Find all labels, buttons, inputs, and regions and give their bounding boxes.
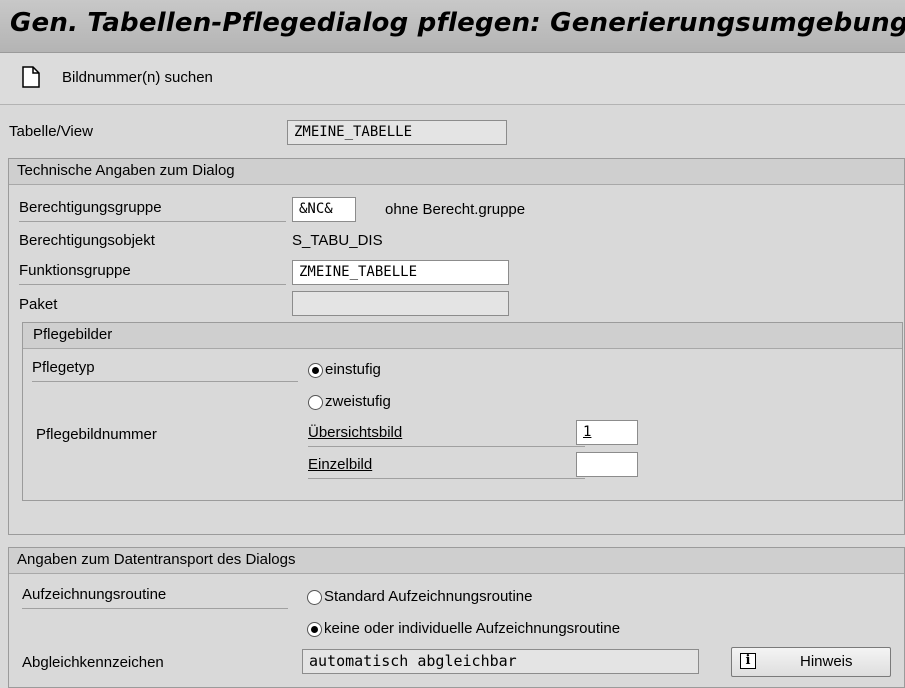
info-icon: i <box>740 653 756 669</box>
package-label: Paket <box>19 296 58 313</box>
radio-two-level-label[interactable]: zweistufig <box>325 393 391 410</box>
radio-standard-routine-label[interactable]: Standard Aufzeichnungsroutine <box>324 588 532 605</box>
title-bar: Gen. Tabellen-Pflegedialog pflegen: Gene… <box>0 0 905 53</box>
hint-button[interactable]: i Hinweis <box>731 647 891 677</box>
main-area: Tabelle/View ZMEINE_TABELLE Technische A… <box>0 105 905 688</box>
data-transport-header: Angaben zum Datentransport des Dialogs <box>9 548 904 574</box>
search-screen-numbers-button[interactable]: Bildnummer(n) suchen <box>62 69 213 86</box>
radio-standard-routine[interactable] <box>307 590 322 605</box>
radio-single-level-label[interactable]: einstufig <box>325 361 381 378</box>
auth-group-label-row: Berechtigungsgruppe <box>19 199 286 222</box>
single-screen-label[interactable]: Einzelbild <box>308 456 372 473</box>
maintenance-screens-title: Pflegebilder <box>33 326 113 343</box>
single-screen-label-row: Einzelbild <box>308 456 585 479</box>
maintenance-screens-frame: Pflegebilder Pflegetyp einstufig zweistu… <box>22 322 903 501</box>
function-group-input[interactable]: ZMEINE_TABELLE <box>292 260 509 285</box>
table-view-label: Tabelle/View <box>9 123 93 140</box>
auth-group-input[interactable]: &NC& <box>292 197 356 222</box>
window-title: Gen. Tabellen-Pflegedialog pflegen: Gene… <box>10 8 905 38</box>
overview-screen-input[interactable]: 1 <box>576 420 638 445</box>
auth-group-note: ohne Berecht.gruppe <box>385 201 526 218</box>
data-transport-title: Angaben zum Datentransport des Dialogs <box>17 551 296 568</box>
auth-object-value: S_TABU_DIS <box>292 232 383 249</box>
overview-screen-label[interactable]: Übersichtsbild <box>308 424 402 441</box>
auth-object-label: Berechtigungsobjekt <box>19 232 155 249</box>
radio-no-routine[interactable] <box>307 622 322 637</box>
maintenance-screens-header: Pflegebilder <box>23 323 902 349</box>
maintenance-type-label: Pflegetyp <box>32 359 95 376</box>
package-field <box>292 291 509 316</box>
auth-group-label: Berechtigungsgruppe <box>19 199 162 216</box>
radio-two-level[interactable] <box>308 395 323 410</box>
data-transport-frame: Angaben zum Datentransport des Dialogs A… <box>8 547 905 688</box>
recording-routine-label: Aufzeichnungsroutine <box>22 586 167 603</box>
technical-details-title: Technische Angaben zum Dialog <box>17 162 235 179</box>
screen-number-label: Pflegebildnummer <box>36 426 157 443</box>
hint-button-label: Hinweis <box>800 653 853 670</box>
compare-flag-field: automatisch abgleichbar <box>302 649 699 674</box>
document-icon[interactable] <box>22 66 40 88</box>
single-screen-input[interactable] <box>576 452 638 477</box>
table-view-field: ZMEINE_TABELLE <box>287 120 507 145</box>
radio-no-routine-label[interactable]: keine oder individuelle Aufzeichnungsrou… <box>324 620 620 637</box>
function-group-label: Funktionsgruppe <box>19 262 131 279</box>
function-group-label-row: Funktionsgruppe <box>19 262 286 285</box>
application-toolbar: Bildnummer(n) suchen <box>0 53 905 105</box>
radio-single-level[interactable] <box>308 363 323 378</box>
maintenance-type-label-row: Pflegetyp <box>32 359 298 382</box>
recording-routine-label-row: Aufzeichnungsroutine <box>22 586 288 609</box>
technical-details-frame: Technische Angaben zum Dialog Berechtigu… <box>8 158 905 535</box>
overview-screen-label-row: Übersichtsbild <box>308 424 585 447</box>
compare-flag-label: Abgleichkennzeichen <box>22 654 164 671</box>
technical-details-header: Technische Angaben zum Dialog <box>9 159 904 185</box>
